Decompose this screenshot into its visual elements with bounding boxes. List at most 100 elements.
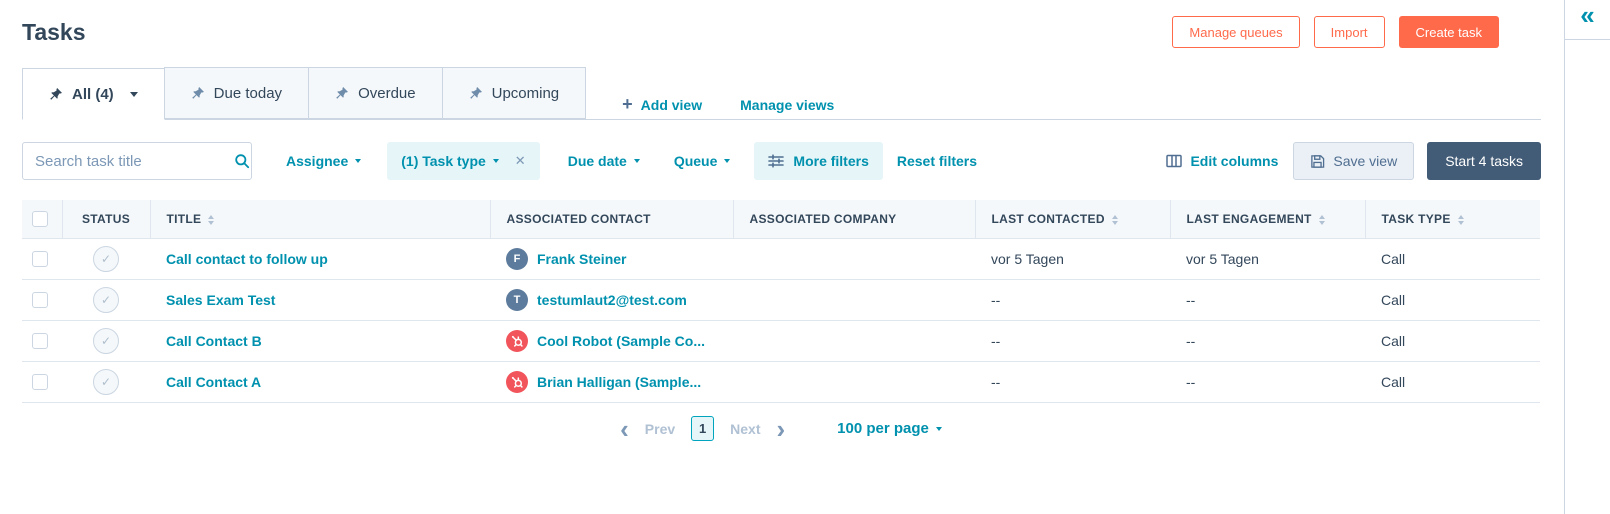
task-type-cell: Call bbox=[1365, 237, 1540, 280]
contact-link[interactable]: testumlaut2@test.com bbox=[537, 292, 687, 308]
add-view-button[interactable]: + Add view bbox=[622, 94, 702, 115]
per-page-dropdown[interactable]: 100 per page bbox=[837, 420, 942, 437]
row-checkbox[interactable] bbox=[32, 333, 48, 350]
column-header-last-engagement[interactable]: LAST ENGAGEMENT bbox=[1170, 200, 1366, 238]
tab-due-today[interactable]: Due today bbox=[163, 67, 310, 119]
start-tasks-label: Start 4 tasks bbox=[1445, 153, 1523, 169]
avatar: F bbox=[506, 247, 528, 270]
column-header-status: STATUS bbox=[62, 200, 151, 238]
last-contacted-cell: -- bbox=[975, 320, 1170, 362]
import-button[interactable]: Import bbox=[1313, 16, 1385, 48]
complete-task-button[interactable]: ✓ bbox=[93, 327, 119, 354]
manage-queues-button[interactable]: Manage queues bbox=[1172, 16, 1300, 48]
row-checkbox[interactable] bbox=[32, 292, 48, 309]
last-contacted-cell: vor 5 Tagen bbox=[975, 237, 1170, 280]
last-engagement-cell: -- bbox=[1170, 279, 1365, 321]
table-row: ✓ Call Contact B Cool Robot (Sample Co..… bbox=[22, 320, 1540, 362]
manage-views-link[interactable]: Manage views bbox=[740, 97, 834, 113]
contact-link[interactable]: Brian Halligan (Sample... bbox=[537, 374, 701, 390]
search-input[interactable] bbox=[35, 152, 234, 170]
add-view-label: Add view bbox=[640, 96, 703, 113]
column-header-title[interactable]: TITLE bbox=[150, 200, 491, 238]
contact-link[interactable]: Cool Robot (Sample Co... bbox=[537, 333, 705, 349]
task-title-link[interactable]: Call Contact B bbox=[166, 333, 262, 349]
next-button[interactable]: Next bbox=[730, 421, 760, 437]
chevron-left-icon[interactable]: ‹ bbox=[620, 416, 629, 442]
create-task-button[interactable]: Create task bbox=[1398, 16, 1499, 48]
task-type-filter-pill: (1) Task type ✕ bbox=[387, 142, 540, 180]
hubspot-sprocket-icon bbox=[506, 329, 528, 352]
sort-icon[interactable] bbox=[1457, 214, 1464, 225]
due-date-filter-dropdown[interactable]: Due date bbox=[568, 153, 640, 169]
pin-icon bbox=[191, 87, 204, 99]
task-title-link[interactable]: Call contact to follow up bbox=[166, 251, 328, 267]
edit-columns-button[interactable]: Edit columns bbox=[1166, 153, 1278, 169]
caret-down-icon bbox=[355, 159, 362, 163]
caret-down-icon bbox=[492, 159, 499, 163]
tab-all-label: All (4) bbox=[72, 85, 114, 103]
start-tasks-button[interactable]: Start 4 tasks bbox=[1427, 142, 1541, 180]
prev-button[interactable]: Prev bbox=[645, 421, 675, 437]
tab-all[interactable]: All (4) bbox=[22, 68, 165, 120]
plus-icon: + bbox=[622, 94, 633, 114]
view-actions: + Add view Manage views bbox=[622, 94, 834, 119]
company-cell bbox=[733, 320, 975, 362]
tasks-table: STATUS TITLE ASSOCIATED CONTACT ASSOCIAT… bbox=[22, 200, 1540, 403]
sliders-icon bbox=[768, 154, 785, 168]
last-engagement-cell: -- bbox=[1170, 361, 1365, 403]
contact-link[interactable]: Frank Steiner bbox=[537, 251, 626, 267]
queue-filter-dropdown[interactable]: Queue bbox=[674, 153, 731, 169]
task-title-link[interactable]: Call Contact A bbox=[166, 374, 261, 390]
page-title: Tasks bbox=[22, 18, 86, 45]
column-header-last-contacted[interactable]: LAST CONTACTED bbox=[975, 200, 1171, 238]
assignee-filter-dropdown[interactable]: Assignee bbox=[286, 153, 362, 169]
last-engagement-cell: vor 5 Tagen bbox=[1170, 237, 1365, 280]
page-header: Tasks Manage queues Import Create task bbox=[22, 0, 1541, 48]
caret-down-icon bbox=[935, 426, 942, 431]
pin-icon bbox=[50, 88, 62, 100]
tab-overdue-label: Overdue bbox=[358, 84, 416, 102]
table-actions: Edit columns Save view Start 4 tasks bbox=[1166, 142, 1541, 180]
avatar: T bbox=[506, 288, 528, 311]
company-cell bbox=[733, 361, 975, 403]
sort-icon[interactable] bbox=[1318, 214, 1325, 225]
more-filters-label: More filters bbox=[793, 153, 869, 169]
row-checkbox[interactable] bbox=[32, 251, 48, 268]
column-header-task-type[interactable]: TASK TYPE bbox=[1365, 200, 1540, 238]
table-row: ✓ Call contact to follow up F Frank Stei… bbox=[22, 237, 1540, 280]
hubspot-sprocket-icon bbox=[506, 370, 528, 393]
row-checkbox[interactable] bbox=[32, 374, 48, 391]
collapse-double-chevron-icon[interactable]: « bbox=[1580, 0, 1594, 30]
view-tabs: All (4) Due today Overdue Upcoming + Add… bbox=[22, 67, 1541, 120]
search-icon[interactable] bbox=[234, 153, 250, 169]
more-filters-button[interactable]: More filters bbox=[754, 142, 883, 180]
complete-task-button[interactable]: ✓ bbox=[93, 368, 119, 395]
sort-icon[interactable] bbox=[1111, 214, 1118, 225]
save-view-button[interactable]: Save view bbox=[1293, 142, 1415, 180]
right-rail: « bbox=[1564, 0, 1610, 514]
tab-upcoming[interactable]: Upcoming bbox=[441, 67, 587, 119]
task-title-link[interactable]: Sales Exam Test bbox=[166, 292, 275, 308]
close-icon[interactable]: ✕ bbox=[515, 153, 526, 169]
complete-task-button[interactable]: ✓ bbox=[93, 286, 119, 313]
table-header-row: STATUS TITLE ASSOCIATED CONTACT ASSOCIAT… bbox=[22, 200, 1540, 238]
company-cell bbox=[733, 237, 975, 280]
last-engagement-cell: -- bbox=[1170, 320, 1365, 362]
last-contacted-cell: -- bbox=[975, 361, 1170, 403]
complete-task-button[interactable]: ✓ bbox=[93, 245, 119, 272]
chevron-right-icon[interactable]: › bbox=[777, 416, 786, 442]
select-all-checkbox[interactable] bbox=[32, 210, 48, 227]
reset-filters-link[interactable]: Reset filters bbox=[897, 153, 977, 169]
page-number-button[interactable]: 1 bbox=[691, 416, 715, 441]
task-type-filter-dropdown[interactable]: (1) Task type bbox=[401, 153, 499, 169]
tab-overdue[interactable]: Overdue bbox=[308, 67, 443, 119]
table-row: ✓ Call Contact A Brian Halligan (Sample.… bbox=[22, 361, 1540, 403]
column-header-associated-contact: ASSOCIATED CONTACT bbox=[490, 200, 734, 238]
pin-icon bbox=[469, 87, 482, 99]
tab-upcoming-label: Upcoming bbox=[491, 84, 560, 102]
sort-icon[interactable] bbox=[208, 214, 215, 225]
tab-due-today-label: Due today bbox=[213, 84, 283, 102]
columns-icon bbox=[1166, 154, 1183, 168]
task-type-cell: Call bbox=[1365, 320, 1540, 362]
search-box bbox=[22, 142, 252, 180]
